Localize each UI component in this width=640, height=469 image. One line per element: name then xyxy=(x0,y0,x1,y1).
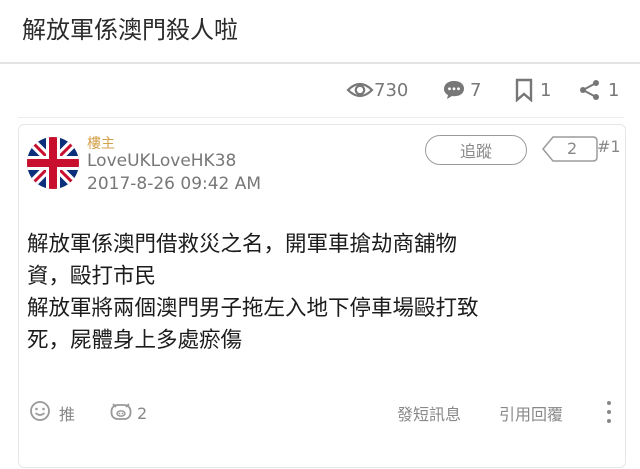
dot-icon xyxy=(607,401,611,405)
like-label: 推 xyxy=(59,405,76,424)
bookmarks-count: 1 xyxy=(540,79,552,101)
post-datetime: 2017-8-26 09:42 AM xyxy=(87,174,262,194)
share-icon xyxy=(578,78,602,102)
follow-count: 2 xyxy=(567,139,578,158)
header-divider xyxy=(0,62,640,64)
follow-button[interactable]: 追蹤 xyxy=(425,135,527,165)
dislike-button[interactable]: 2 xyxy=(109,399,147,427)
eye-icon xyxy=(346,80,374,100)
thread-stats-bar: 730 7 1 1 xyxy=(0,70,640,112)
post-body-line: 資，毆打市民 xyxy=(27,264,157,289)
more-options-icon[interactable] xyxy=(601,397,617,427)
post-card: 樓主 LoveUKLoveHK38 2017-8-26 09:42 AM 追蹤 … xyxy=(18,124,626,468)
views-count: 730 xyxy=(374,79,409,101)
send-message-button[interactable]: 發短訊息 xyxy=(397,399,461,427)
comments-stat[interactable]: 7 xyxy=(442,76,481,104)
stats-divider xyxy=(18,117,624,118)
smile-face-icon xyxy=(29,400,51,426)
chat-bubble-icon xyxy=(442,79,466,101)
thread-header: 解放軍係澳門殺人啦 xyxy=(0,0,640,62)
post-body: 解放軍係澳門借救災之名，開軍車搶劫商舖物 資，毆打市民 解放軍將兩個澳門男子拖左… xyxy=(27,229,617,357)
thread-title: 解放軍係澳門殺人啦 xyxy=(22,16,238,44)
dislike-count: 2 xyxy=(137,403,148,423)
bookmarks-stat[interactable]: 1 xyxy=(514,76,551,104)
post-body-line: 死，屍體身上多處瘀傷 xyxy=(27,328,243,353)
follow-count-badge: 2 xyxy=(539,133,599,165)
shares-count: 1 xyxy=(608,79,620,101)
quote-reply-button[interactable]: 引用回覆 xyxy=(499,399,563,427)
author-username[interactable]: LoveUKLoveHK38 xyxy=(87,151,236,171)
dot-icon xyxy=(607,419,611,423)
comments-count: 7 xyxy=(470,79,482,101)
post-floor-number: #1 xyxy=(597,137,621,156)
dot-icon xyxy=(607,410,611,414)
bookmark-icon xyxy=(514,78,534,102)
union-jack-icon xyxy=(27,137,79,189)
author-role-label: 樓主 xyxy=(87,136,115,152)
post-body-line: 解放軍將兩個澳門男子拖左入地下停車場毆打致 xyxy=(27,296,479,321)
shares-stat[interactable]: 1 xyxy=(578,76,619,104)
post-body-line: 解放軍係澳門借救災之名，開軍車搶劫商舖物 xyxy=(27,232,458,257)
post-actions-bar: 推 2 發短訊息 引用回覆 xyxy=(19,393,625,433)
avatar[interactable] xyxy=(27,137,79,189)
like-button[interactable]: 推 xyxy=(29,399,75,427)
pig-face-icon xyxy=(109,400,133,426)
views-stat: 730 xyxy=(346,76,408,104)
